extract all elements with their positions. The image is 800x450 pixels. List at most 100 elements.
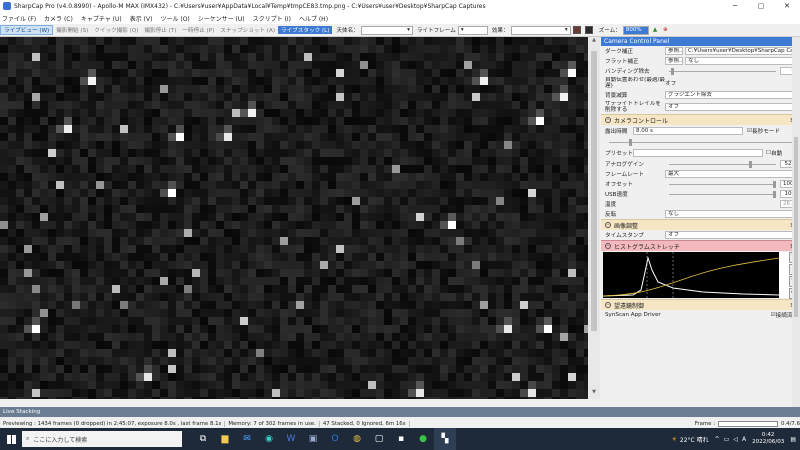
collapse-icon[interactable]: − (605, 243, 611, 249)
menu-sequencer[interactable]: シーケンサー (U) (198, 14, 245, 23)
target-label: 天体名： (336, 28, 359, 34)
gain-label: アナログゲイン (605, 162, 644, 168)
stop-capture-button[interactable]: 撮影停止 (T) (141, 26, 179, 34)
task-view-icon[interactable]: ⧉ (192, 428, 214, 450)
camera-controls-section[interactable]: − カメラコントロール ≡ (601, 114, 800, 125)
flat-browse-button[interactable]: 参照... (665, 57, 683, 65)
viewer-scrollbar[interactable]: ▲ ▼ (588, 37, 600, 399)
frame-type-select[interactable]: ▾ (457, 25, 488, 35)
mail-icon[interactable]: ✉ (236, 428, 258, 450)
usb-slider[interactable] (669, 190, 776, 198)
green-app-icon[interactable]: ● (412, 428, 434, 450)
frame-progress-bar (718, 420, 779, 427)
dark-file-field[interactable]: C:¥Users¥user¥Desktop¥SharpCap Capt... (685, 47, 798, 55)
menu-help[interactable]: ヘルプ (H) (299, 14, 328, 23)
histogram-icon[interactable]: ▲ (653, 27, 657, 33)
gain-slider[interactable] (669, 160, 776, 168)
start-button[interactable] (0, 428, 22, 450)
framerate-label: フレームレート (605, 172, 644, 178)
histogram-section[interactable]: − ヒストグラムストレッチ ≡ (601, 240, 800, 251)
offset-slider[interactable] (669, 180, 776, 188)
dark-browse-button[interactable]: 参照... (665, 47, 683, 55)
quick-capture-button[interactable]: クイック撮影 (Q) (91, 26, 141, 34)
mount-driver: SynScan App Driver (605, 312, 661, 318)
windows-icon (6, 434, 16, 444)
timestamp-select[interactable]: オフ (665, 231, 798, 239)
word-icon[interactable]: W (280, 428, 302, 450)
ime-icon[interactable]: A (742, 436, 746, 443)
background-select[interactable]: グラジエント除去 (665, 91, 798, 99)
exposure-slider[interactable] (609, 138, 794, 146)
photos-icon[interactable]: ▣ (302, 428, 324, 450)
start-capture-button[interactable]: 撮影開始 (S) (53, 26, 91, 34)
mount-section[interactable]: − 望遠鏡制御 ≡ (601, 299, 800, 310)
photo-app-icon[interactable]: ▢ (368, 428, 390, 450)
volume-icon[interactable]: ◁ (733, 436, 738, 443)
zoom-select[interactable]: 800% (622, 25, 649, 35)
clock[interactable]: 0:42 2022/06/03 (752, 432, 784, 446)
banding-slider[interactable] (669, 67, 776, 75)
collapse-icon[interactable]: − (605, 117, 611, 123)
menu-tools[interactable]: ツール (O) (160, 14, 189, 23)
target-select[interactable]: ▾ (360, 25, 413, 35)
menu-camera[interactable]: カメラ (C) (44, 14, 73, 23)
edge-icon[interactable]: ◉ (258, 428, 280, 450)
exposure-input[interactable]: 8.00 s (633, 127, 743, 135)
framerate-select[interactable]: 最大 (665, 170, 798, 178)
star-field-image (0, 37, 588, 399)
taskbar-search[interactable]: ⌕ ここに入力して検索 (22, 431, 182, 447)
menu-view[interactable]: 表示 (V) (130, 14, 153, 23)
panel-scrollbar[interactable] (792, 37, 800, 409)
minimize-button[interactable]: ─ (722, 2, 748, 10)
snapshot-button[interactable]: スナップショット (A) (217, 26, 278, 34)
collapse-icon[interactable]: − (605, 302, 611, 308)
frame-label: Frame : (694, 420, 716, 427)
pause-button[interactable]: 一時停止 (P) (179, 26, 217, 34)
live-stack-button[interactable]: ライブスタック (L) (278, 26, 333, 34)
outlook-icon[interactable]: O (324, 428, 346, 450)
collapse-icon[interactable]: − (605, 222, 611, 228)
preset-label: プリセット (605, 151, 633, 157)
scrollbar-thumb[interactable] (591, 51, 597, 331)
menu-scripting[interactable]: スクリプト (I) (253, 14, 291, 23)
terminal-icon[interactable]: ▪ (390, 428, 412, 450)
weather-text[interactable]: 22°C 晴れ (680, 435, 709, 444)
histogram-section-title: ヒストグラムストレッチ (614, 243, 680, 251)
color-swatch-icon[interactable] (584, 26, 593, 34)
satellite-select[interactable]: オフ (665, 103, 798, 111)
zoom-in-icon[interactable]: ⊕ (663, 27, 668, 33)
sharpcap-icon[interactable]: ▚ (434, 428, 456, 450)
chevron-down-icon: ▾ (564, 27, 568, 33)
scroll-up-icon[interactable]: ▲ (588, 37, 600, 47)
chrome-icon[interactable]: ◍ (346, 428, 368, 450)
effect-select[interactable]: ▾ (510, 25, 571, 35)
live-stacking-tab[interactable]: Live Stacking (0, 407, 800, 417)
menu-capture[interactable]: キャプチャ (U) (81, 14, 122, 23)
window-title: SharpCap Pro (v4.0.8990) - Apollo-M MAX … (14, 2, 486, 10)
frame-type-label: ライトフレーム (416, 28, 456, 34)
notification-icon[interactable]: ▤ (790, 436, 796, 443)
histogram-display[interactable]: ⟲ ⚡ ⚙ ◐ (603, 252, 798, 299)
menu-file[interactable]: ファイル (F) (2, 14, 36, 23)
flat-file-select[interactable]: なし (685, 57, 798, 65)
color-swatch-icon[interactable] (572, 26, 581, 34)
network-icon[interactable]: ▭ (724, 436, 730, 443)
maximize-button[interactable]: ▢ (748, 2, 774, 10)
dark-correction-label: ダーク補正 (605, 49, 633, 55)
scroll-down-icon[interactable]: ▼ (588, 389, 600, 399)
preset-select[interactable] (633, 149, 763, 157)
menu-bar: ファイル (F) カメラ (C) キャプチャ (U) 表示 (V) ツール (O… (0, 12, 800, 24)
status-stack: 47 Stacked, 0 Ignored, 6m 16s (320, 420, 410, 427)
mount-section-title: 望遠鏡制御 (614, 302, 645, 310)
auto-stretch-value[interactable]: オフ (665, 79, 798, 87)
temperature-label: 温度 (605, 202, 617, 208)
live-view-button[interactable]: ライブビュー (W) (0, 25, 54, 35)
file-explorer-icon[interactable]: ▆ (214, 428, 236, 450)
tray-up-icon[interactable]: ^ (715, 436, 720, 443)
close-button[interactable]: ✕ (774, 2, 800, 10)
flip-select[interactable]: なし (665, 210, 798, 218)
auto-stretch-label: 自動伝置あわせ(最適/最遅) (605, 77, 665, 89)
toolbar: ライブビュー (W) 撮影開始 (S) クイック撮影 (Q) 撮影停止 (T) … (0, 24, 800, 37)
image-viewer[interactable] (0, 37, 588, 399)
image-controls-section[interactable]: − 画像調整 ≡ (601, 219, 800, 230)
